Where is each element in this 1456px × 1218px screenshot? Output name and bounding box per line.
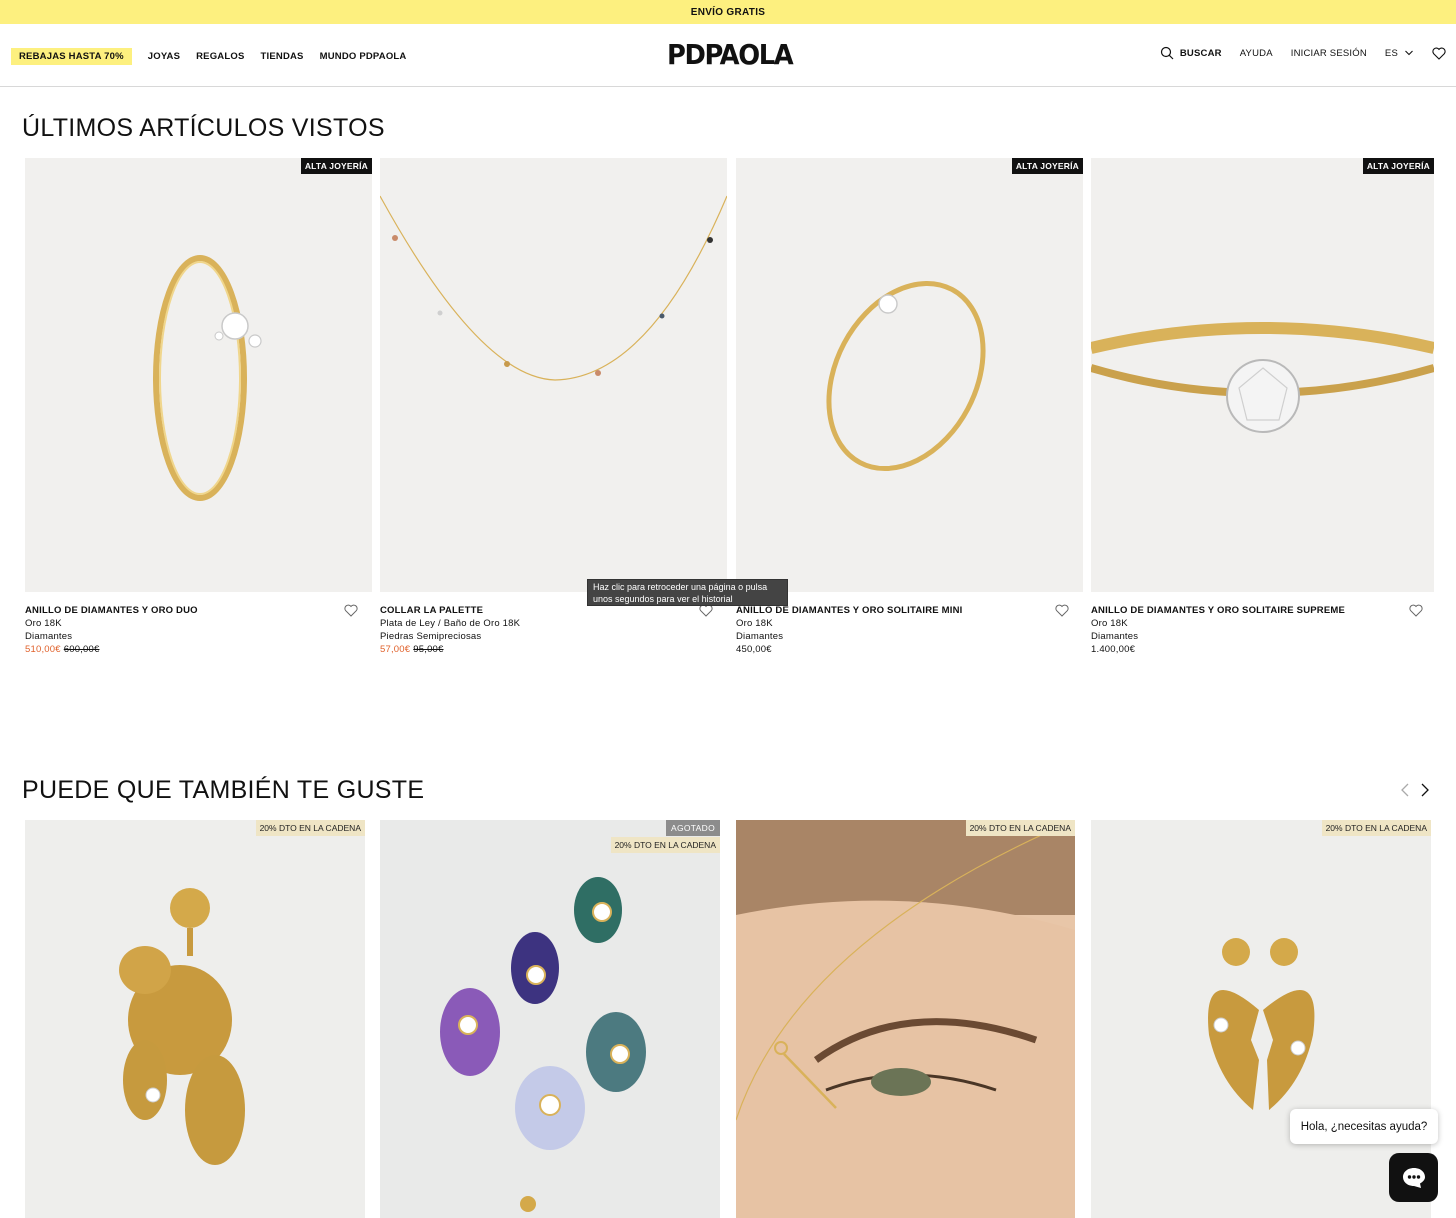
product-image[interactable]: 20% DTO EN LA CADENA <box>25 820 365 1218</box>
login-link[interactable]: INICIAR SESIÓN <box>1291 48 1367 59</box>
product-info: ANILLO DE DIAMANTES Y ORO DUO Oro 18K Di… <box>25 604 372 656</box>
product-name[interactable]: ANILLO DE DIAMANTES Y ORO DUO <box>25 604 372 617</box>
product-image[interactable]: 20% DTO EN LA CADENA <box>1091 820 1431 1218</box>
chevron-right-icon[interactable] <box>1420 782 1430 798</box>
heart-icon <box>1432 47 1446 60</box>
stone-charms-image <box>440 877 646 1212</box>
logo[interactable]: PDPAOLA <box>667 38 794 71</box>
product-stone: Diamantes <box>736 631 784 642</box>
help-link[interactable]: AYUDA <box>1240 48 1273 59</box>
product-price: 450,00€ <box>736 644 772 655</box>
discount-badge: 20% DTO EN LA CADENA <box>1321 820 1431 836</box>
chat-icon <box>1402 1167 1425 1188</box>
product-price: 510,00€ <box>25 644 61 655</box>
product-image[interactable] <box>380 158 727 592</box>
announcement-bar: ENVÍO GRATIS <box>0 0 1456 24</box>
recent-section-title: ÚLTIMOS ARTÍCULOS VISTOS <box>22 114 385 142</box>
product-name[interactable]: ANILLO DE DIAMANTES Y ORO SOLITAIRE SUPR… <box>1091 604 1434 617</box>
product-info: ANILLO DE DIAMANTES Y ORO SOLITAIRE SUPR… <box>1091 604 1434 656</box>
product-image[interactable]: 20% DTO EN LA CADENA <box>736 820 1075 1218</box>
product-card[interactable]: 20% DTO EN LA CADENA <box>25 820 365 1218</box>
suggest-section-title: PUEDE QUE TAMBIÉN TE GUSTE <box>22 776 425 804</box>
bear-earring-image <box>119 888 245 1165</box>
product-image[interactable]: AGOTADO 20% DTO EN LA CADENA <box>380 820 720 1218</box>
utility-nav: BUSCAR AYUDA INICIAR SESIÓN ES <box>1142 46 1446 60</box>
product-stone: Diamantes <box>25 631 73 642</box>
language-label: ES <box>1384 47 1398 59</box>
product-info: COLLAR LA PALETTE Plata de Ley / Baño de… <box>380 604 727 656</box>
ring-solitaire-mini-image <box>826 280 986 472</box>
product-old-price: 600,00€ <box>63 644 100 655</box>
product-price: 1.400,00€ <box>1091 644 1136 655</box>
chat-button[interactable] <box>1389 1153 1438 1202</box>
site-header: REBAJAS HASTA 70% JOYAS REGALOS TIENDAS … <box>0 24 1456 87</box>
product-image[interactable]: ALTA JOYERÍA <box>1091 158 1434 592</box>
carousel-arrows <box>1400 782 1430 798</box>
product-card[interactable]: ALTA JOYERÍA ANILLO DE DIAMANTES Y ORO S… <box>1091 158 1434 658</box>
search-icon <box>1160 46 1174 60</box>
product-material: Oro 18K <box>736 618 773 629</box>
status-badge: AGOTADO <box>666 820 720 836</box>
product-image[interactable]: ALTA JOYERÍA <box>25 158 372 592</box>
model-necklace-image <box>736 820 1075 1218</box>
product-old-price: 95,00€ <box>413 644 444 655</box>
search-label: BUSCAR <box>1179 47 1222 59</box>
nav-world[interactable]: MUNDO PDPAOLA <box>320 51 407 62</box>
product-card[interactable]: 20% DTO EN LA CADENA <box>1091 820 1431 1218</box>
chat-greeting[interactable]: Hola, ¿necesitas ayuda? <box>1290 1109 1438 1144</box>
necklace-palette-image <box>380 195 727 381</box>
product-card[interactable]: ALTA JOYERÍA ANILLO DE DIAMANTES Y ORO D… <box>25 158 372 658</box>
product-badge: ALTA JOYERÍA <box>300 158 372 174</box>
product-info: ANILLO DE DIAMANTES Y ORO SOLITAIRE MINI… <box>736 604 1083 656</box>
product-name[interactable]: ANILLO DE DIAMANTES Y ORO SOLITAIRE MINI <box>736 604 1083 617</box>
ring-solitaire-supreme-image <box>1091 322 1434 433</box>
product-material: Oro 18K <box>25 618 62 629</box>
product-material: Plata de Ley / Baño de Oro 18K <box>380 618 521 629</box>
nav-gifts[interactable]: REGALOS <box>196 51 244 62</box>
ring-duo-image <box>153 255 262 501</box>
product-badge: ALTA JOYERÍA <box>1362 158 1434 174</box>
discount-badge: 20% DTO EN LA CADENA <box>610 837 720 853</box>
chevron-down-icon <box>1405 50 1413 56</box>
product-card[interactable]: 20% DTO EN LA CADENA <box>736 820 1075 1218</box>
product-stone: Diamantes <box>1091 631 1139 642</box>
nav-jewelry[interactable]: JOYAS <box>148 51 180 62</box>
product-price: 57,00€ <box>380 644 411 655</box>
wishlist-button[interactable] <box>1432 47 1446 60</box>
language-selector[interactable]: ES <box>1385 48 1414 59</box>
discount-badge: 20% DTO EN LA CADENA <box>965 820 1075 836</box>
search-button[interactable]: BUSCAR <box>1160 46 1222 60</box>
discount-badge: 20% DTO EN LA CADENA <box>255 820 365 836</box>
product-badge: ALTA JOYERÍA <box>1011 158 1083 174</box>
product-card[interactable]: AGOTADO 20% DTO EN LA CADENA <box>380 820 720 1218</box>
back-button-tooltip: Haz clic para retroceder una página o pu… <box>587 579 788 606</box>
wishlist-heart-icon[interactable] <box>1055 604 1069 617</box>
product-card[interactable]: ALTA JOYERÍA ANILLO DE DIAMANTES Y ORO S… <box>736 158 1083 658</box>
wishlist-heart-icon[interactable] <box>1409 604 1423 617</box>
product-image[interactable]: ALTA JOYERÍA <box>736 158 1083 592</box>
free-shipping-text: ENVÍO GRATIS <box>690 6 766 18</box>
product-stone: Piedras Semipreciosas <box>380 631 482 642</box>
nav-sale[interactable]: REBAJAS HASTA 70% <box>11 48 132 65</box>
nav-stores[interactable]: TIENDAS <box>261 51 304 62</box>
product-material: Oro 18K <box>1091 618 1128 629</box>
wishlist-heart-icon[interactable] <box>344 604 358 617</box>
chevron-left-icon[interactable] <box>1400 782 1410 798</box>
heart-earrings-image <box>1208 938 1315 1110</box>
main-nav: REBAJAS HASTA 70% JOYAS REGALOS TIENDAS … <box>11 48 406 65</box>
